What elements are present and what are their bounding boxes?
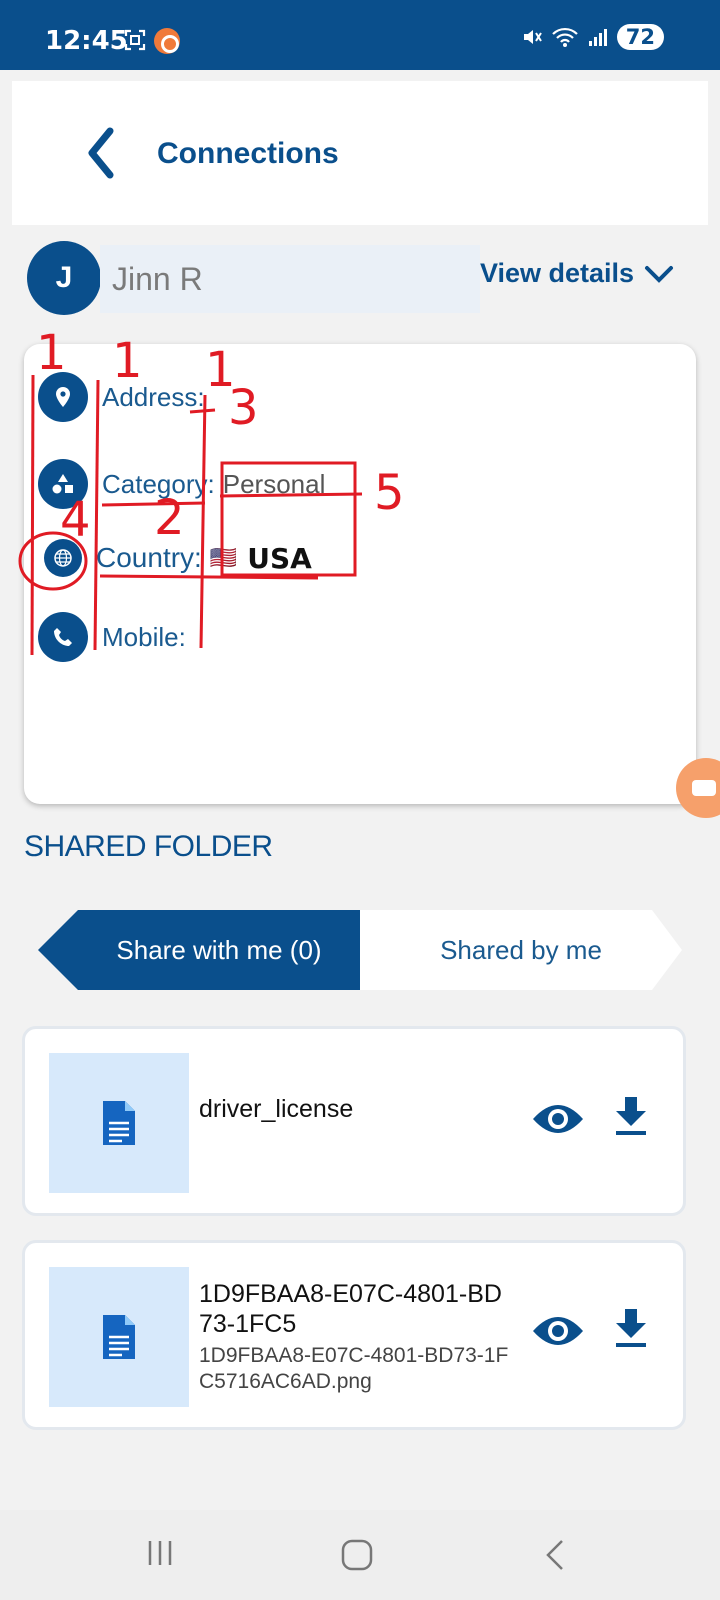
status-right-group: 72 — [521, 24, 664, 50]
status-bar: 12:45 72 — [0, 0, 720, 70]
mobile-row: Mobile: — [38, 612, 194, 662]
status-time: 12:45 — [45, 26, 128, 56]
file-name: driver_license — [199, 1095, 354, 1123]
download-icon — [616, 1097, 646, 1135]
file-name: 1D9FBAA8-E07C-4801-BD73-1FC5 — [199, 1280, 502, 1338]
file-full-name: 1D9FBAA8-E07C-4801-BD73-1FC5716AC6AD.png — [199, 1344, 509, 1393]
view-details-button[interactable]: View details — [480, 258, 674, 289]
avatar: J — [27, 241, 101, 315]
eye-icon — [533, 1105, 583, 1133]
back-button[interactable] — [82, 123, 142, 183]
us-flag-icon: 🇺🇸 — [209, 545, 238, 570]
signal-icon — [588, 29, 607, 46]
download-icon — [616, 1309, 646, 1347]
chevron-down-icon — [645, 265, 674, 283]
page-title: Connections — [157, 137, 339, 170]
view-file-button[interactable] — [531, 1311, 585, 1356]
shared-folder-title: SHARED FOLDER — [24, 830, 273, 863]
annotation-number: 4 — [60, 492, 91, 548]
country-label: Country: — [96, 542, 202, 573]
annotation-number: 2 — [154, 490, 185, 546]
category-value: Personal — [222, 468, 326, 499]
document-icon — [103, 1315, 135, 1359]
recents-button[interactable] — [145, 1538, 175, 1573]
mobile-label: Mobile: — [102, 621, 186, 652]
screenshot-icon — [124, 29, 146, 51]
eye-icon — [533, 1317, 583, 1345]
download-file-button[interactable] — [613, 1307, 649, 1354]
annotation-number: 3 — [228, 380, 259, 436]
app-header: Connections — [12, 81, 708, 225]
tab-shared-by-me[interactable]: Shared by me — [360, 910, 682, 990]
home-button[interactable] — [340, 1538, 374, 1577]
system-back-button[interactable] — [540, 1538, 570, 1577]
home-icon — [341, 1539, 373, 1571]
screen-record-icon — [154, 28, 180, 54]
file-thumbnail — [49, 1267, 189, 1407]
phone-icon — [38, 612, 88, 662]
contact-details-card: Address: Category: Personal Country: 🇺🇸 … — [24, 344, 696, 804]
document-icon — [103, 1101, 135, 1145]
mute-icon — [523, 30, 542, 44]
annotation-number: 1 — [112, 333, 143, 389]
contact-name: Jinn R — [100, 245, 480, 313]
download-file-button[interactable] — [613, 1095, 649, 1142]
back-chevron-icon — [88, 127, 114, 179]
tab-share-with-me[interactable]: Share with me (0) — [38, 910, 360, 990]
file-thumbnail — [49, 1053, 189, 1193]
annotation-number: 5 — [374, 465, 405, 521]
view-file-button[interactable] — [531, 1099, 585, 1144]
view-details-label: View details — [480, 258, 635, 288]
system-nav-bar — [0, 1510, 720, 1600]
file-card[interactable]: 1D9FBAA8-E07C-4801-BD73-1FC5 1D9FBAA8-E0… — [22, 1240, 686, 1430]
back-icon — [546, 1540, 563, 1570]
file-card[interactable]: driver_license — [22, 1026, 686, 1216]
shared-tabs: Share with me (0) Shared by me — [38, 910, 682, 990]
country-value: USA — [247, 541, 312, 575]
recents-icon — [148, 1541, 172, 1565]
annotation-number: 1 — [36, 325, 67, 381]
battery-badge: 72 — [616, 24, 664, 50]
wifi-icon — [551, 27, 578, 47]
